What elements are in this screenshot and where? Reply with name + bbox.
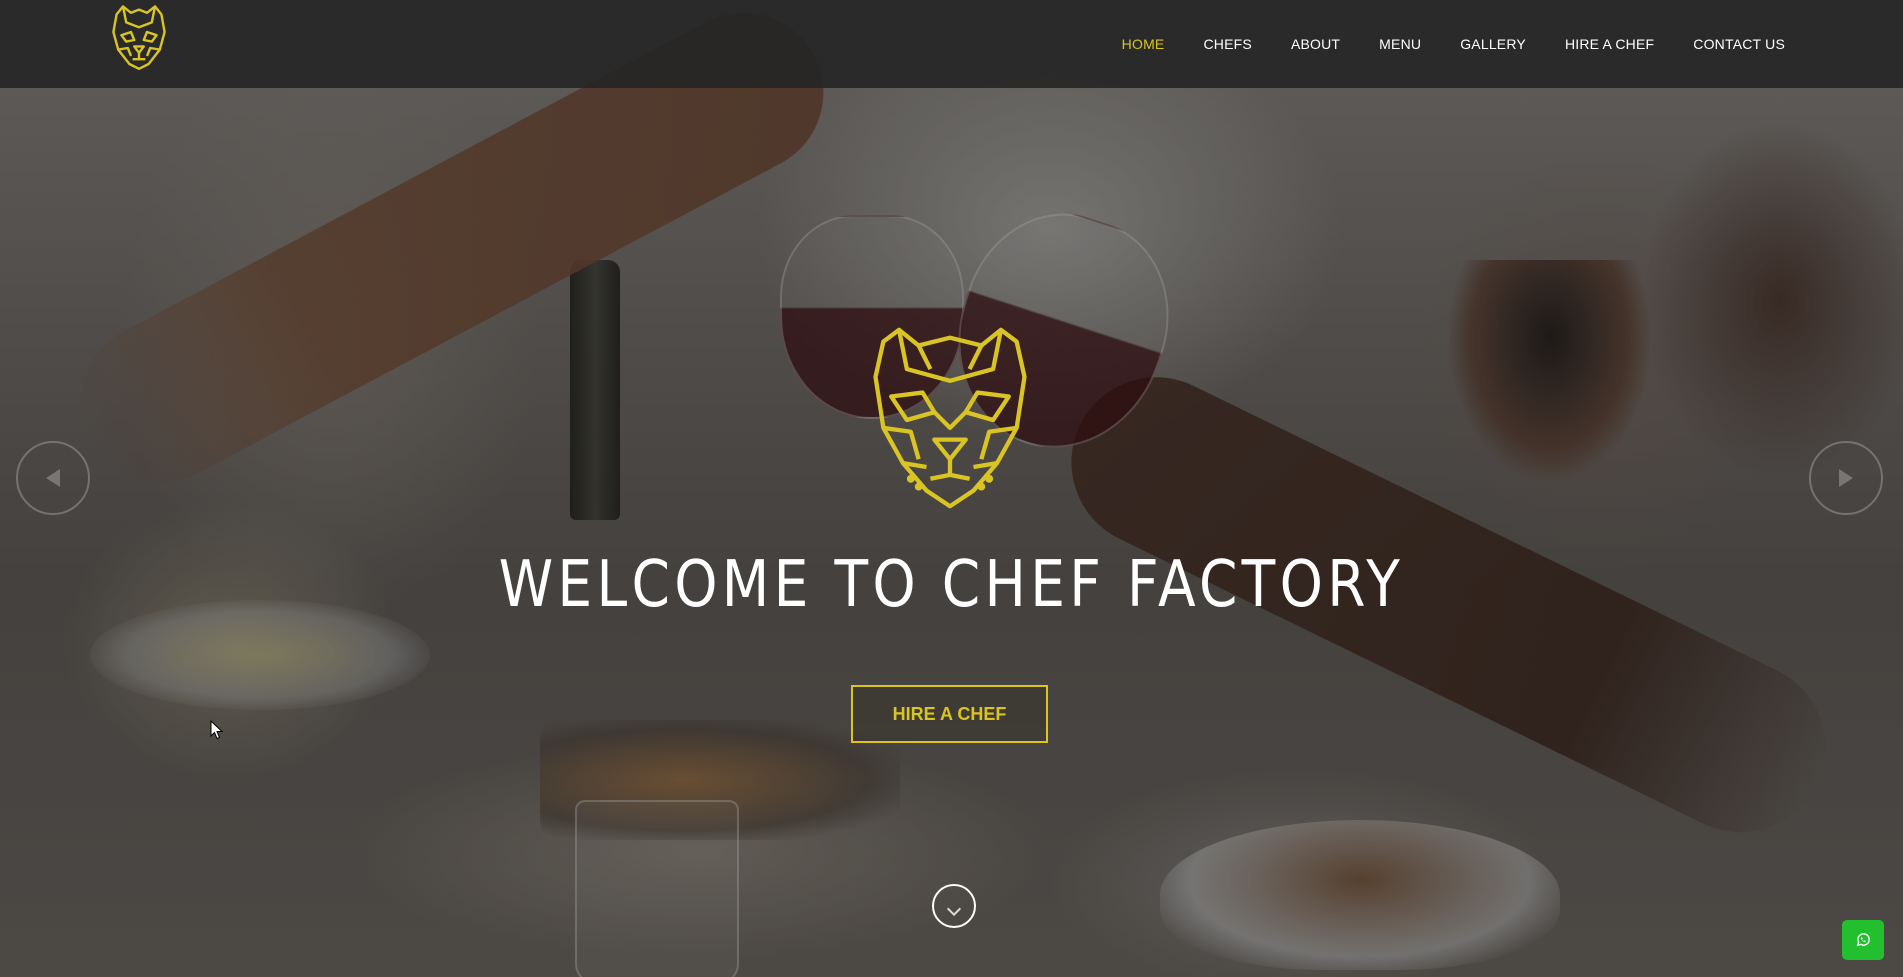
page: HOME CHEFS ABOUT MENU GALLERY HIRE A CHE…	[0, 0, 1903, 977]
tiger-logo-icon[interactable]	[99, 0, 179, 80]
mouse-cursor-icon	[210, 720, 224, 740]
nav-menu: HOME CHEFS ABOUT MENU GALLERY HIRE A CHE…	[1083, 0, 1785, 88]
arrow-right-icon	[1839, 469, 1853, 487]
hero-tiger-logo-icon	[852, 318, 1048, 522]
whatsapp-icon	[1856, 933, 1870, 947]
whatsapp-button[interactable]	[1842, 920, 1884, 960]
arrow-left-icon	[46, 469, 60, 487]
nav-item-home[interactable]: HOME	[1122, 36, 1165, 52]
chevron-down-icon	[946, 901, 962, 917]
hero-title: WELCOME TO CHEF FACTORY	[498, 548, 1405, 622]
nav-item-about[interactable]: ABOUT	[1291, 36, 1340, 52]
nav-item-hire-a-chef[interactable]: HIRE A CHEF	[1565, 36, 1654, 52]
nav-item-contact-us[interactable]: CONTACT US	[1693, 36, 1785, 52]
slider-prev-button[interactable]	[16, 441, 90, 515]
hire-a-chef-button[interactable]: HIRE A CHEF	[851, 685, 1048, 743]
nav-item-chefs[interactable]: CHEFS	[1203, 36, 1251, 52]
nav-item-gallery[interactable]: GALLERY	[1460, 36, 1526, 52]
nav-item-menu[interactable]: MENU	[1379, 36, 1421, 52]
scroll-down-button[interactable]	[932, 884, 976, 928]
slider-next-button[interactable]	[1809, 441, 1883, 515]
navbar: HOME CHEFS ABOUT MENU GALLERY HIRE A CHE…	[0, 0, 1903, 88]
